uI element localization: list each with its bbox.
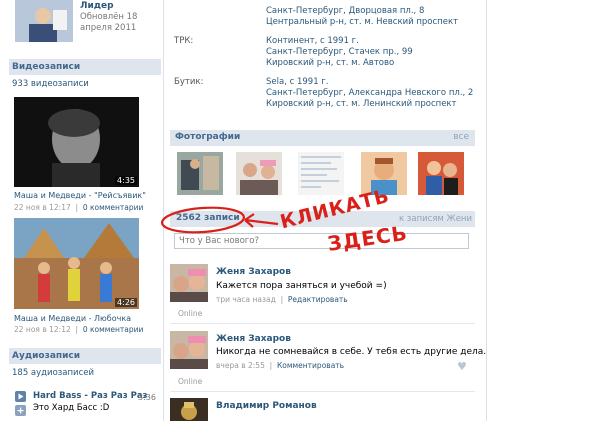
post-2-meta: вчера в 2:55 | Комментировать — [216, 361, 345, 370]
post-2-time[interactable]: вчера в 2:55 — [216, 361, 265, 370]
post-1-time[interactable]: три часа назад — [216, 295, 276, 304]
post-1-online-status: Online — [178, 309, 203, 318]
post-2-like-icon[interactable]: ♥ — [457, 360, 467, 373]
post-3-avatar[interactable] — [170, 398, 208, 421]
post-2-avatar-picture — [170, 331, 208, 369]
post-1-author[interactable]: Женя Захаров — [216, 267, 291, 277]
post-1-edit-link[interactable]: Редактировать — [288, 295, 348, 304]
post-2-avatar[interactable] — [170, 331, 208, 369]
post-1-avatar-picture — [170, 264, 208, 302]
post-2-comment-link[interactable]: Комментировать — [277, 361, 344, 370]
post-divider-2 — [170, 391, 475, 392]
post-3-avatar-picture — [170, 398, 208, 421]
post-divider-1 — [170, 323, 475, 324]
post-2-online-status: Online — [178, 377, 203, 386]
post-1-avatar[interactable] — [170, 264, 208, 302]
post-2-text: Никогда не сомневайся в себе. У тебя ест… — [216, 347, 487, 357]
annotation-circle — [160, 206, 246, 234]
post-3-author[interactable]: Владимир Романов — [216, 401, 317, 411]
post-1-meta: три часа назад | Редактировать — [216, 295, 348, 304]
post-2-author[interactable]: Женя Захаров — [216, 334, 291, 344]
post-1-text: Кажется пора заняться и учебой =) — [216, 281, 387, 291]
